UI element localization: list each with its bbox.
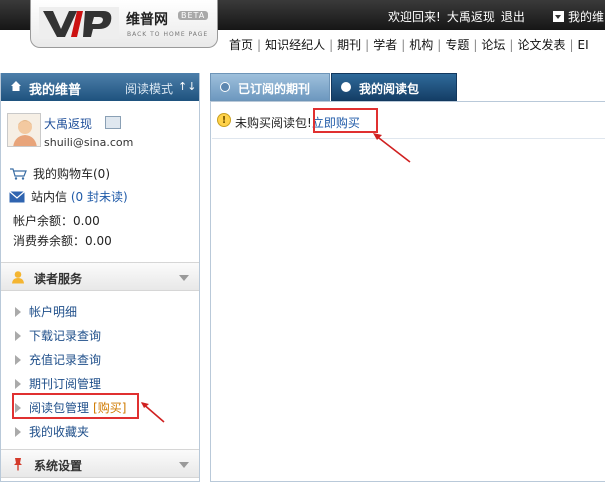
menu-account-details[interactable]: 帐户明细 [15,303,77,320]
nav-separator: | [365,38,370,52]
nav-scholars[interactable]: 学者 [373,36,397,53]
nav-separator: | [473,38,478,52]
menu-download-records[interactable]: 下载记录查询 [15,327,101,344]
sidebar-header: 我的维普 阅读模式 ↑↓ [1,73,199,101]
site-logo[interactable]: 维普网 BETA BACK TO HOME PAGE [30,0,218,48]
dropdown-arrow-icon [553,11,564,22]
reader-service-header[interactable]: 读者服务 [1,262,199,291]
reader-service-title: 读者服务 [34,272,83,286]
nav-institutions[interactable]: 机构 [409,36,433,53]
nav-separator: | [329,38,334,52]
sidebar: 我的维普 阅读模式 ↑↓ 大禹返现 shuili@sina.com 我的购物车(… [0,73,200,482]
triangle-right-icon [15,379,21,389]
welcome-text: 欢迎回来! [388,10,441,24]
vip-logo-mark [39,7,119,39]
nav-separator: | [569,38,574,52]
nav-home[interactable]: 首页 [229,36,253,53]
menu-favorites[interactable]: 我的收藏夹 [15,423,89,440]
reading-mode-link[interactable]: 阅读模式 [125,80,173,97]
cart-icon [10,168,27,180]
welcome-area: 欢迎回来! 大禹返现 退出 [388,8,531,25]
menu-label: 我的收藏夹 [29,425,90,439]
triangle-right-icon [15,427,21,437]
menu-label: 期刊订阅管理 [29,377,102,391]
nav-topics[interactable]: 专题 [445,36,469,53]
vcard-icon[interactable] [105,116,121,129]
main-nav: 首页 | 知识经纪人 | 期刊 | 学者 | 机构 | 专题 | 论坛 | 论文发表 | EI [229,36,589,53]
user-icon [12,271,24,284]
inbox-unread-link[interactable]: (0 封未读) [71,190,128,204]
logo-text: 维普网 [126,12,168,28]
menu-label: 下载记录查询 [29,329,102,343]
triangle-right-icon [15,355,21,365]
arrow-circle-icon [220,82,230,92]
warning-icon: ! [217,113,231,127]
inbox-label: 站内信 [31,190,68,204]
triangle-right-icon [15,307,21,317]
system-settings-header[interactable]: 系统设置 [1,449,199,478]
beta-badge: BETA [178,11,209,20]
mail-icon [9,191,25,203]
sidebar-title: 我的维普 [29,83,82,98]
nav-journals[interactable]: 期刊 [337,36,361,53]
nav-separator: | [437,38,442,52]
cart-row[interactable]: 我的购物车(0) [9,165,110,182]
pin-icon [14,458,22,471]
tab-my-reading-package[interactable]: 我的阅读包 [331,73,457,101]
menu-recharge-records[interactable]: 充值记录查询 [15,351,101,368]
nav-paper-publish[interactable]: 论文发表 [517,36,565,53]
nav-separator: | [257,38,262,52]
nav-separator: | [509,38,514,52]
reading-mode-toggle-icon[interactable]: ↑↓ [178,80,196,93]
nav-forum[interactable]: 论坛 [481,36,505,53]
my-vip-dropdown[interactable]: 我的维 [553,8,604,25]
tab-subscribed-journals[interactable]: 已订阅的期刊 [210,73,330,101]
back-to-home-text: BACK TO HOME PAGE [127,31,209,38]
inbox-row[interactable]: 站内信 (0 封未读) [9,188,128,205]
voucher-balance: 消费券余额：0.00 [13,234,112,248]
cart-label: 我的购物车(0) [33,167,110,181]
profile-username[interactable]: 大禹返现 [44,115,92,132]
triangle-right-icon [15,331,21,341]
system-settings-title: 系统设置 [34,459,83,473]
highlight-box [313,108,378,133]
logout-link[interactable]: 退出 [501,10,525,24]
header-username[interactable]: 大禹返现 [447,10,495,24]
avatar[interactable] [7,113,41,147]
tab-label: 已订阅的期刊 [238,82,311,96]
account-balance: 帐户余额：0.00 [13,214,100,228]
menu-label: 帐户明细 [29,305,78,319]
nav-separator: | [401,38,406,52]
home-icon [11,81,21,91]
my-vip-label: 我的维 [568,10,605,24]
arrow-circle-icon [341,82,351,92]
menu-journal-subscriptions[interactable]: 期刊订阅管理 [15,375,101,392]
annotation-arrow-icon [373,133,411,163]
chevron-down-icon [179,275,189,281]
notice-text: 未购买阅读包! [235,116,312,130]
nav-ei[interactable]: EI [578,38,589,52]
avatar-figure-icon [8,114,40,146]
nav-knowledge-broker[interactable]: 知识经纪人 [265,36,325,53]
profile-email: shuili@sina.com [44,136,134,149]
highlight-box [12,393,139,419]
menu-label: 充值记录查询 [29,353,102,367]
annotation-arrow-icon [141,402,165,423]
chevron-down-icon [179,462,189,468]
tab-label: 我的阅读包 [359,82,420,96]
